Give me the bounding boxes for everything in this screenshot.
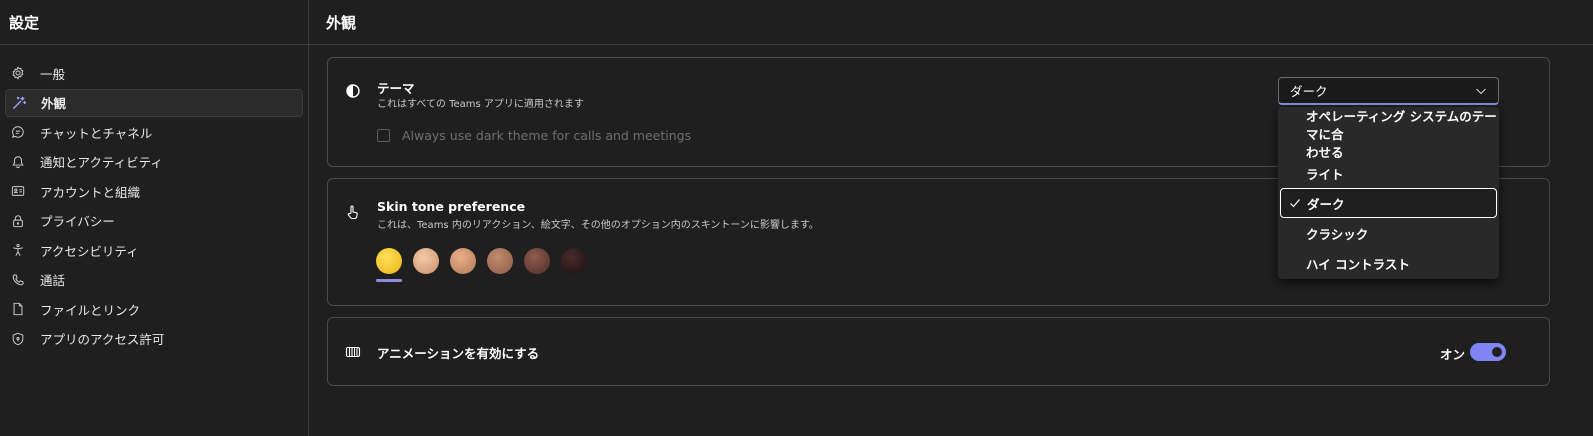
skin-tone-swatches	[376, 248, 598, 282]
lock-icon	[11, 214, 25, 228]
chat-icon	[11, 125, 25, 139]
theme-option-classic[interactable]: クラシック	[1280, 218, 1497, 248]
animation-card: アニメーションを有効にする オン	[327, 317, 1550, 386]
skin-tone-swatch-wrap[interactable]	[524, 248, 550, 274]
sidebar-item-label: アカウントと組織	[40, 184, 141, 200]
animation-title: アニメーションを有効にする	[377, 346, 540, 361]
film-strip-icon	[345, 344, 361, 360]
theme-options-menu: オペレーティング システムのテーマに合 わせる ライト ダーク クラシック ハイ…	[1278, 107, 1499, 279]
sidebar-item-accounts[interactable]: アカウントと組織	[5, 177, 303, 205]
phone-icon	[11, 273, 25, 287]
shield-icon	[11, 332, 25, 346]
hand-icon	[345, 204, 361, 220]
skin-tone-swatch-wrap[interactable]	[413, 248, 439, 274]
animation-toggle-label: オン	[1439, 347, 1465, 362]
sidebar-item-privacy[interactable]: プライバシー	[5, 207, 303, 235]
sidebar-item-label: 通話	[40, 273, 66, 288]
settings-main: 外観 テーマ これはすべての Teams アプリに適用されます Always u…	[309, 0, 1593, 436]
skin-tone-swatch-dark[interactable]	[561, 248, 587, 274]
theme-option-dark[interactable]: ダーク	[1280, 188, 1497, 218]
sidebar-item-files[interactable]: ファイルとリンク	[5, 295, 303, 323]
dark-calls-checkbox-row[interactable]: Always use dark theme for calls and meet…	[377, 128, 691, 143]
sidebar-title: 設定	[0, 0, 308, 45]
settings-sidebar: 設定 一般 外観 チャットとチャネル 通知とアクティビティ アカウントと組織 プ…	[0, 0, 309, 436]
toggle-knob	[1492, 347, 1502, 357]
skin-tone-swatch-wrap[interactable]	[561, 248, 587, 274]
accessibility-icon	[11, 243, 25, 257]
skin-tone-swatch-wrap[interactable]	[376, 248, 402, 282]
animation-toggle[interactable]	[1470, 343, 1506, 361]
skin-tone-selected-indicator	[376, 279, 402, 282]
sidebar-item-notifications[interactable]: 通知とアクティビティ	[5, 148, 303, 176]
skin-tone-swatch-medium-light[interactable]	[450, 248, 476, 274]
sidebar-item-label: アクセシビリティ	[40, 243, 139, 259]
sidebar-item-appearance[interactable]: 外観	[5, 88, 303, 117]
theme-select-value: ダーク	[1290, 84, 1328, 99]
chevron-down-icon	[1474, 84, 1488, 98]
sidebar-item-general[interactable]: 一般	[5, 59, 303, 87]
theme-option-label: ハイ コントラスト	[1306, 256, 1410, 272]
id-card-icon	[11, 184, 25, 198]
sidebar-item-label: 外観	[41, 96, 67, 111]
sidebar-item-label: 一般	[40, 66, 66, 82]
sidebar-nav: 一般 外観 チャットとチャネル 通知とアクティビティ アカウントと組織 プライバ…	[0, 45, 308, 353]
sidebar-item-label: 通知とアクティビティ	[40, 155, 163, 170]
sidebar-item-app-permissions[interactable]: アプリのアクセス許可	[5, 325, 303, 353]
bell-icon	[11, 155, 25, 169]
theme-option-label: ライト	[1306, 166, 1344, 182]
page-title: 外観	[309, 0, 1593, 45]
dark-calls-checkbox-label: Always use dark theme for calls and meet…	[402, 128, 692, 143]
sidebar-item-accessibility[interactable]: アクセシビリティ	[5, 236, 303, 264]
file-icon	[11, 302, 25, 316]
theme-option-label: オペレーティング システムのテーマに合	[1306, 109, 1497, 142]
theme-option-label: クラシック	[1306, 226, 1369, 242]
sidebar-item-label: ファイルとリンク	[40, 302, 141, 318]
sidebar-item-label: プライバシー	[40, 214, 115, 229]
theme-option-label: ダーク	[1307, 196, 1345, 212]
half-circle-contrast-icon	[345, 83, 361, 99]
gear-icon	[11, 66, 25, 80]
sidebar-item-calls[interactable]: 通話	[5, 266, 303, 294]
magic-wand-icon	[12, 96, 26, 110]
dark-calls-checkbox[interactable]	[377, 129, 390, 142]
theme-option-light[interactable]: ライト	[1280, 158, 1497, 188]
sidebar-item-label: アプリのアクセス許可	[40, 332, 165, 347]
skin-tone-subtitle: これは、Teams 内のリアクション、絵文字、その他のオプション内のスキントーン…	[377, 220, 819, 231]
skin-tone-swatch-medium-dark[interactable]	[524, 248, 550, 274]
skin-tone-swatch-medium[interactable]	[487, 248, 513, 274]
skin-tone-swatch-wrap[interactable]	[487, 248, 513, 274]
theme-option-system[interactable]: オペレーティング システムのテーマに合 わせる	[1280, 109, 1497, 160]
sidebar-item-label: チャットとチャネル	[40, 125, 153, 141]
skin-tone-swatch-light[interactable]	[413, 248, 439, 274]
sidebar-item-chat[interactable]: チャットとチャネル	[5, 118, 303, 146]
theme-select[interactable]: ダーク	[1278, 77, 1499, 105]
theme-option-high-contrast[interactable]: ハイ コントラスト	[1280, 248, 1497, 278]
skin-tone-title: Skin tone preference	[377, 199, 526, 214]
skin-tone-swatch-wrap[interactable]	[450, 248, 476, 274]
theme-subtitle: これはすべての Teams アプリに適用されます	[377, 99, 584, 110]
skin-tone-swatch-yellow[interactable]	[376, 248, 402, 274]
checkmark-icon	[1289, 197, 1301, 209]
